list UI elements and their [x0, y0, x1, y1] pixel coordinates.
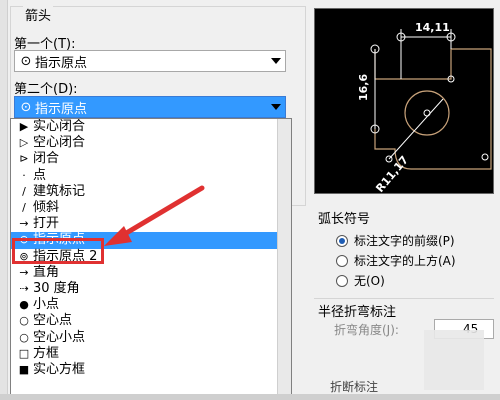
- watermark-block: [424, 330, 484, 390]
- preview-dim-top: 14,11: [415, 21, 450, 34]
- dimension-preview: 14,11 16,6 R11,17: [314, 8, 494, 195]
- dropdown-item[interactable]: ▶ 实心闭合: [11, 119, 291, 135]
- jog-angle-label: 折弯角度(J):: [334, 323, 399, 337]
- preview-dim-left: 16,6: [357, 74, 370, 101]
- dropdown-item-label: 指示原点: [33, 232, 86, 248]
- arc-option-none-label: 无(O): [354, 274, 385, 288]
- dropdown-item[interactable]: ⇢ 30 度角: [11, 281, 291, 297]
- linear-jog-label: 折断标注: [330, 380, 379, 394]
- dropdown-item-label: 闭合: [33, 151, 60, 167]
- origin-indicator-icon: ⊙: [20, 53, 32, 69]
- arrowheads-group-title: 箭头: [23, 5, 54, 24]
- chevron-down-icon[interactable]: [271, 58, 281, 64]
- arc-length-symbol-title: 弧长符号: [318, 212, 371, 227]
- dropdown-scrollbar[interactable]: [277, 119, 291, 399]
- preview-drawing: 14,11 16,6 R11,17: [357, 21, 492, 195]
- dropdown-item[interactable]: ⊳ 闭合: [11, 151, 291, 167]
- arrowhead-icon: ■: [18, 362, 30, 376]
- arrowhead-icon: ○: [19, 330, 29, 344]
- dropdown-item[interactable]: ○ 空心小点: [11, 329, 291, 345]
- dropdown-item-label: 实心方框: [33, 361, 86, 377]
- arrowhead-icon: /: [22, 184, 26, 198]
- dropdown-item-label: 小点: [33, 297, 60, 313]
- arrowhead-icon: →: [19, 265, 29, 279]
- dropdown-item-label: 30 度角: [33, 280, 80, 296]
- radio-button[interactable]: [336, 274, 348, 287]
- arrowhead-icon: ▶: [19, 120, 29, 134]
- arc-option-none[interactable]: 无(O): [336, 272, 385, 289]
- first-arrow-select[interactable]: ⊙ 指示原点: [14, 50, 286, 72]
- arrowhead-icon: □: [18, 346, 30, 360]
- dropdown-item-label: 方框: [33, 345, 60, 361]
- second-arrow-label: 第二个(D):: [14, 82, 78, 97]
- window-bottom-edge: [0, 394, 500, 400]
- dropdown-item-label: 倾斜: [33, 200, 60, 216]
- arrowhead-icon: ·: [22, 168, 26, 182]
- arrowhead-icon: ○: [19, 314, 29, 328]
- dropdown-item-label: 实心闭合: [33, 119, 86, 135]
- dropdown-item-label: 空心点: [33, 313, 73, 329]
- dropdown-item-label: 空心闭合: [33, 135, 86, 151]
- dropdown-item[interactable]: ▷ 空心闭合: [11, 135, 291, 151]
- arrowhead-icon: ▷: [19, 136, 29, 150]
- dropdown-item[interactable]: ○ 空心点: [11, 313, 291, 329]
- arc-option-above[interactable]: 标注文字的上方(A): [336, 252, 456, 269]
- origin-indicator-icon: ⊙: [20, 99, 32, 115]
- dropdown-item[interactable]: → 直角: [11, 265, 291, 281]
- dropdown-item[interactable]: ● 小点: [11, 297, 291, 313]
- arrowhead-icon: →: [19, 217, 29, 231]
- radio-button[interactable]: [336, 234, 348, 247]
- window-edge: [0, 0, 8, 400]
- second-arrow-select[interactable]: ⊙ 指示原点: [14, 96, 286, 118]
- radius-jog-title: 半径折弯标注: [318, 305, 397, 320]
- first-arrow-value: 指示原点: [35, 55, 88, 71]
- second-arrow-value: 指示原点: [35, 101, 88, 117]
- dropdown-item-label: 指示原点 2: [33, 248, 98, 264]
- arrowhead-icon: ⇢: [19, 281, 29, 295]
- dropdown-item-label: 直角: [33, 264, 60, 280]
- dropdown-item[interactable]: □ 方框: [11, 346, 291, 362]
- dropdown-item-label: 点: [33, 167, 47, 183]
- dropdown-item-label: 空心小点: [33, 329, 86, 345]
- radio-button[interactable]: [336, 254, 348, 267]
- annotation-arrow-icon: [104, 185, 205, 246]
- arc-option-prefix-label: 标注文字的前缀(P): [354, 234, 455, 248]
- arc-option-prefix[interactable]: 标注文字的前缀(P): [336, 232, 455, 249]
- dropdown-item-label: 打开: [33, 216, 60, 232]
- arrowhead-icon: ●: [19, 298, 29, 312]
- arrowhead-icon: ⊚: [19, 249, 29, 263]
- dropdown-item-label: 建筑标记: [33, 183, 86, 199]
- dropdown-item[interactable]: ■ 实心方框: [11, 362, 291, 378]
- chevron-down-icon[interactable]: [271, 104, 281, 110]
- arrowhead-icon: ⊙: [19, 233, 29, 247]
- arc-length-symbol-group: 弧长符号 标注文字的前缀(P) 标注文字的上方(A) 无(O): [314, 204, 494, 292]
- arc-option-above-label: 标注文字的上方(A): [354, 254, 456, 268]
- arrowhead-icon: ⊳: [19, 152, 29, 166]
- arrowhead-icon: /: [22, 201, 26, 215]
